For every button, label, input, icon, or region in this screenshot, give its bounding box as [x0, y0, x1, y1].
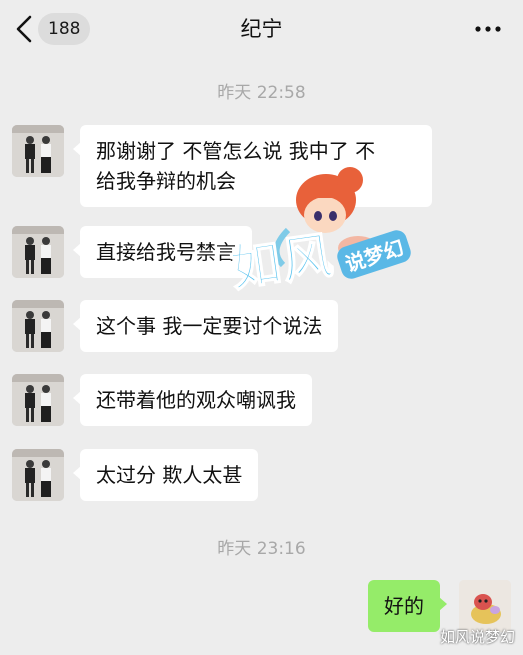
- avatar-photo-icon: [12, 226, 64, 278]
- outgoing-message-bubble[interactable]: 好的: [368, 580, 447, 632]
- message-timestamp: 昨天 23:16: [217, 539, 306, 559]
- message-text-line: 这个事 我一定要讨个说法: [96, 314, 323, 338]
- avatar-photo-icon: [12, 125, 64, 177]
- message-text-line: 那谢谢了 不管怎么说 我中了 不: [96, 139, 376, 163]
- more-horizontal-icon: [475, 26, 501, 32]
- contact-avatar[interactable]: [12, 374, 64, 426]
- message-text-line: 好的: [384, 594, 424, 618]
- incoming-message-bubble[interactable]: 还带着他的观众嘲讽我: [73, 374, 312, 426]
- message-text-line: 太过分 欺人太甚: [96, 463, 243, 487]
- contact-avatar[interactable]: [12, 125, 64, 177]
- contact-avatar[interactable]: [12, 449, 64, 501]
- avatar-photo-icon: [12, 374, 64, 426]
- watermark-sub-text: 说梦幻: [334, 227, 414, 282]
- avatar-photo-icon: [12, 300, 64, 352]
- chat-header: 188 纪宁: [0, 0, 523, 58]
- incoming-message-bubble[interactable]: 太过分 欺人太甚: [72, 449, 259, 501]
- incoming-message-bubble[interactable]: 那谢谢了 不管怎么说 我中了 不 给我争辩的机会: [73, 125, 432, 207]
- contact-avatar[interactable]: [12, 226, 64, 278]
- incoming-message-bubble[interactable]: 直接给我号禁言: [73, 226, 252, 278]
- avatar-photo-icon: [12, 449, 64, 501]
- corner-watermark: 如风说梦幻: [439, 628, 515, 646]
- avatar-cartoon-icon: [459, 580, 511, 632]
- message-text-line: 直接给我号禁言: [96, 240, 236, 264]
- contact-avatar[interactable]: [12, 300, 64, 352]
- message-text-line: 给我争辩的机会: [96, 169, 236, 193]
- chat-title: 纪宁: [240, 17, 283, 41]
- my-avatar[interactable]: [459, 580, 511, 632]
- more-button[interactable]: [473, 16, 503, 42]
- incoming-message-bubble[interactable]: 这个事 我一定要讨个说法: [72, 300, 339, 352]
- message-text-line: 还带着他的观众嘲讽我: [96, 388, 296, 412]
- message-timestamp: 昨天 22:58: [217, 83, 306, 103]
